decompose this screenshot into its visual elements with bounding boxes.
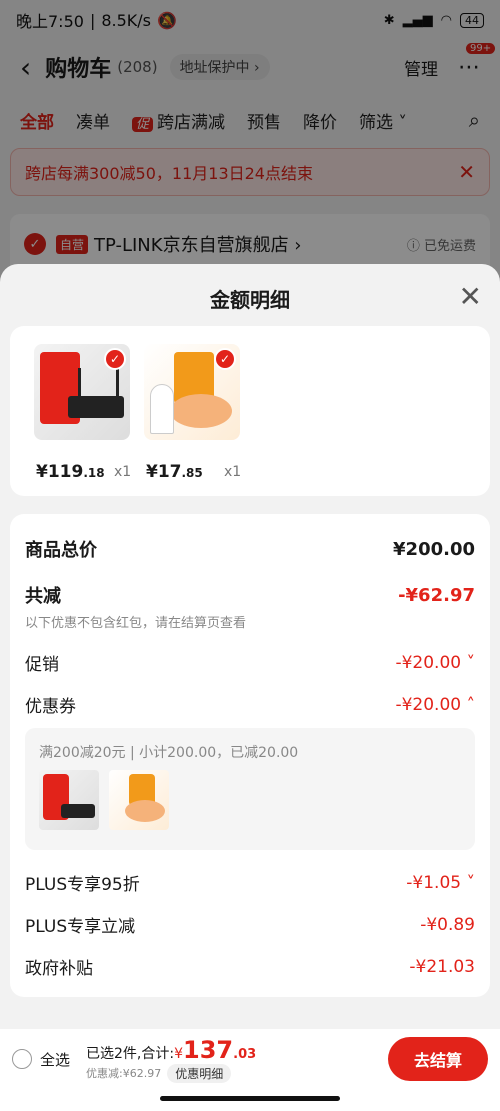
plus-discount-value: -¥1.05 ˅	[406, 872, 475, 893]
gov-subsidy-value: -¥21.03	[409, 956, 475, 977]
product-price: ¥119.18	[36, 462, 105, 482]
checkout-bar: 全选 已选2件,合计: ¥ 137 .03 优惠减:¥62.97 优惠明细 去结…	[0, 1029, 500, 1089]
check-icon[interactable]: ✓	[104, 348, 126, 370]
reduce-value: -¥62.97	[398, 584, 475, 606]
product-price: ¥17.85	[146, 462, 203, 482]
coupon-value: -¥20.00 ˄	[395, 694, 475, 715]
total-summary: 已选2件,合计: ¥ 137 .03 优惠减:¥62.97 优惠明细	[86, 1035, 257, 1083]
price-breakdown: 商品总价 ¥200.00 共减 -¥62.97 以下优惠不包含红包，请在结算页查…	[10, 514, 490, 997]
select-all-label[interactable]: 全选	[40, 1049, 70, 1070]
product-quantity: x1	[224, 464, 242, 480]
product-quantity: x1	[114, 464, 132, 480]
total-value: ¥200.00	[393, 538, 475, 560]
select-all-radio[interactable]	[12, 1049, 32, 1069]
reduce-row: 共减 -¥62.97	[25, 584, 475, 608]
selected-label: 已选2件,合计:	[86, 1045, 175, 1062]
reduce-hint: 以下优惠不包含红包，请在结算页查看	[25, 616, 247, 631]
plus-reduce-row: PLUS专享立减 -¥0.89	[25, 914, 475, 938]
coupon-detail-text: 满200减20元 | 小计200.00，已减20.00	[39, 745, 299, 761]
sheet-title: 金额明细	[210, 288, 290, 312]
plus-discount-row[interactable]: PLUS专享95折 -¥1.05 ˅	[25, 870, 475, 896]
product-item[interactable]: ✓ ¥17.85 x1	[144, 344, 241, 482]
promo-row[interactable]: 促销 -¥20.00 ˅	[25, 650, 475, 676]
overlay-mask[interactable]	[0, 0, 500, 290]
promo-value: -¥20.00 ˅	[395, 652, 475, 673]
home-indicator[interactable]	[160, 1096, 340, 1101]
coupon-detail-box: 满200减20元 | 小计200.00，已减20.00	[25, 728, 475, 850]
amount-detail-sheet: 金额明细 ✕ ✓ ¥119.18 x1 ✓ ¥17.85 x1 商品总价 ¥20…	[0, 264, 500, 1029]
coupon-row[interactable]: 优惠券 -¥20.00 ˄	[25, 692, 475, 718]
checkout-button[interactable]: 去结算	[388, 1037, 488, 1081]
total-amount: 137	[183, 1035, 234, 1064]
gov-subsidy-row: 政府补贴 -¥21.03	[25, 956, 475, 980]
product-item[interactable]: ✓ ¥119.18 x1	[34, 344, 131, 482]
coupon-product-thumbnail	[39, 770, 99, 830]
plus-reduce-value: -¥0.89	[420, 914, 475, 935]
saved-amount: 优惠减:¥62.97	[86, 1067, 162, 1080]
product-image: ✓	[34, 344, 130, 440]
check-icon[interactable]: ✓	[214, 348, 236, 370]
total-row: 商品总价 ¥200.00	[25, 538, 475, 562]
product-image: ✓	[144, 344, 240, 440]
close-icon[interactable]: ✕	[459, 280, 482, 313]
product-list: ✓ ¥119.18 x1 ✓ ¥17.85 x1	[10, 326, 490, 496]
coupon-product-thumbnail	[109, 770, 169, 830]
discount-detail-button[interactable]: 优惠明细	[167, 1063, 232, 1083]
